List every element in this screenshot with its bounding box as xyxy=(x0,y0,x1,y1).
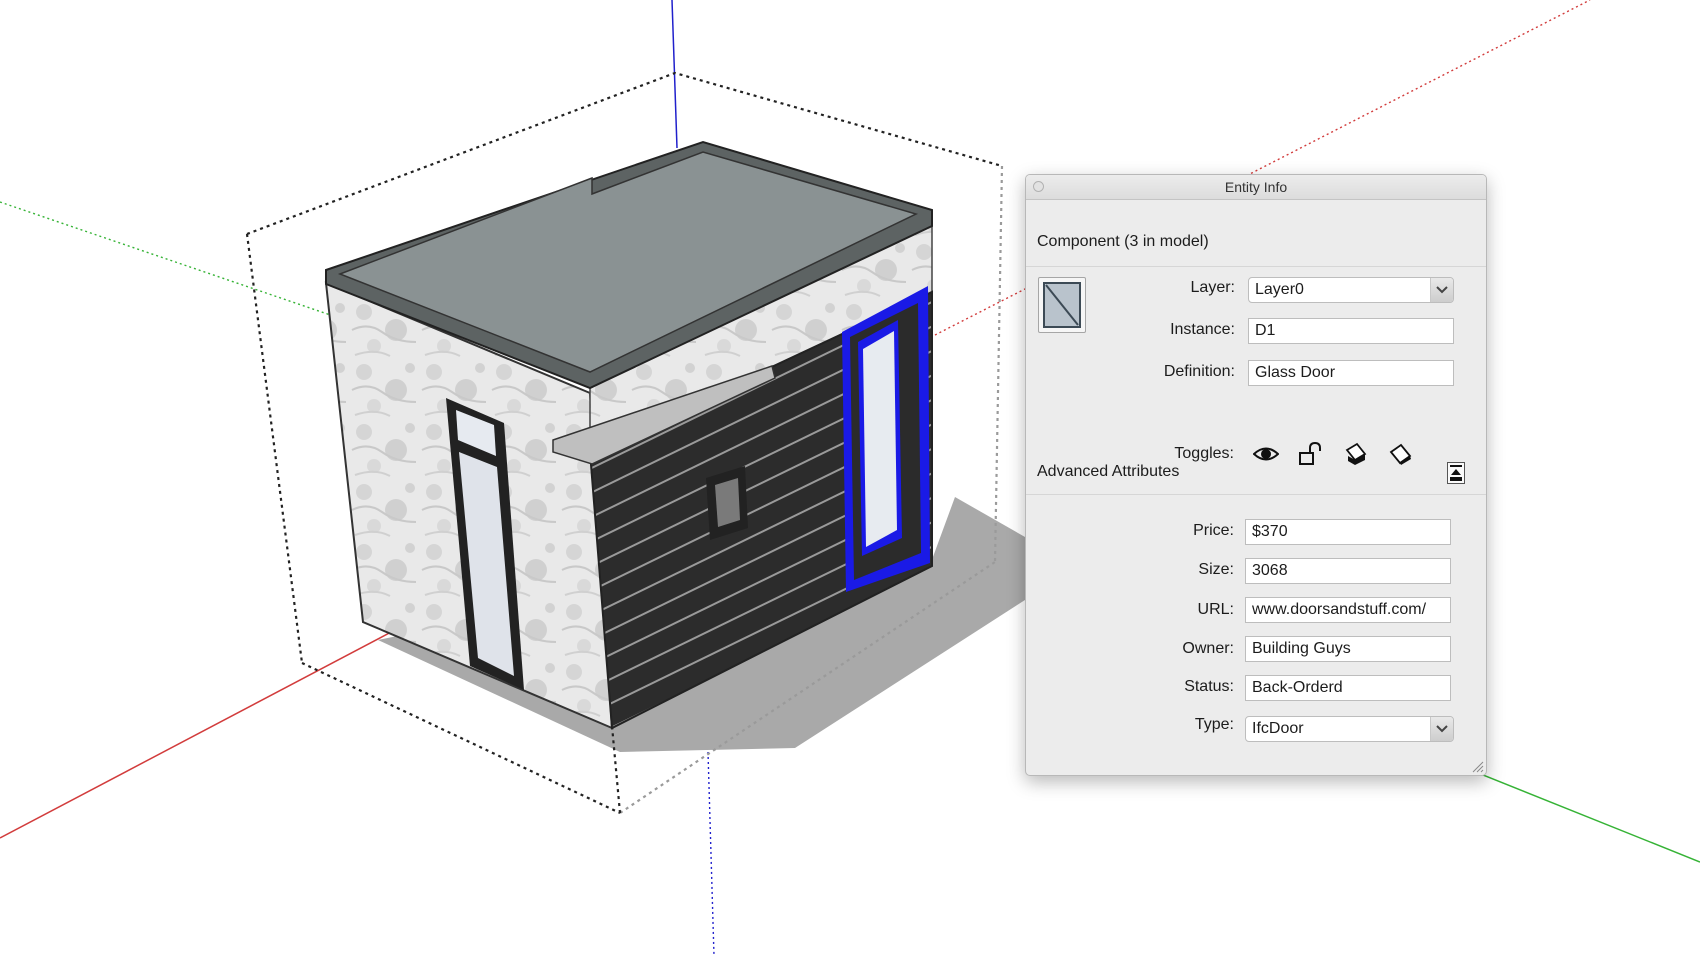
url-label: URL: xyxy=(1197,601,1234,618)
receive-shadows-toggle[interactable] xyxy=(1384,440,1416,468)
unlock-icon xyxy=(1299,442,1321,465)
layer-select[interactable]: Layer0 xyxy=(1248,277,1454,303)
panel-titlebar[interactable]: Entity Info xyxy=(1026,175,1486,200)
type-value: IfcDoor xyxy=(1252,720,1304,737)
divider xyxy=(1026,266,1486,267)
owner-field[interactable] xyxy=(1245,636,1451,662)
toggles-label: Toggles: xyxy=(1174,445,1234,462)
price-label: Price: xyxy=(1193,522,1234,539)
definition-label: Definition: xyxy=(1163,363,1235,380)
advanced-attributes-label: Advanced Attributes xyxy=(1037,463,1180,480)
collapse-icon xyxy=(1447,462,1465,484)
layer-label: Layer: xyxy=(1190,279,1235,296)
collapse-advanced-button[interactable] xyxy=(1447,462,1465,484)
price-field[interactable] xyxy=(1245,519,1451,545)
cast-shadow-icon xyxy=(1345,442,1367,465)
size-label: Size: xyxy=(1198,561,1234,578)
lock-toggle[interactable] xyxy=(1294,440,1326,468)
type-label: Type: xyxy=(1194,716,1234,733)
instance-label: Instance: xyxy=(1170,321,1235,338)
receive-shadow-icon xyxy=(1389,443,1412,465)
visibility-toggle[interactable] xyxy=(1249,440,1281,468)
panel-title: Entity Info xyxy=(1224,179,1288,195)
entity-info-panel: Entity Info Component (3 in model) Layer… xyxy=(1025,174,1487,776)
component-count-label: Component (3 in model) xyxy=(1037,233,1209,250)
eye-icon xyxy=(1253,447,1279,461)
status-field[interactable] xyxy=(1245,675,1451,701)
size-field[interactable] xyxy=(1245,558,1451,584)
divider xyxy=(1026,494,1486,495)
url-field[interactable] xyxy=(1245,597,1451,623)
layer-value: Layer0 xyxy=(1255,281,1304,298)
owner-label: Owner: xyxy=(1182,640,1234,657)
cast-shadows-toggle[interactable] xyxy=(1339,440,1371,468)
selected-glass-door[interactable] xyxy=(842,286,930,592)
chevron-down-icon[interactable] xyxy=(1430,278,1453,302)
type-select[interactable]: IfcDoor xyxy=(1245,716,1454,742)
chevron-down-icon[interactable] xyxy=(1430,717,1453,741)
instance-field[interactable] xyxy=(1248,318,1454,344)
resize-grip-icon[interactable] xyxy=(1470,759,1484,773)
status-label: Status: xyxy=(1184,678,1234,695)
definition-field[interactable] xyxy=(1248,360,1454,386)
